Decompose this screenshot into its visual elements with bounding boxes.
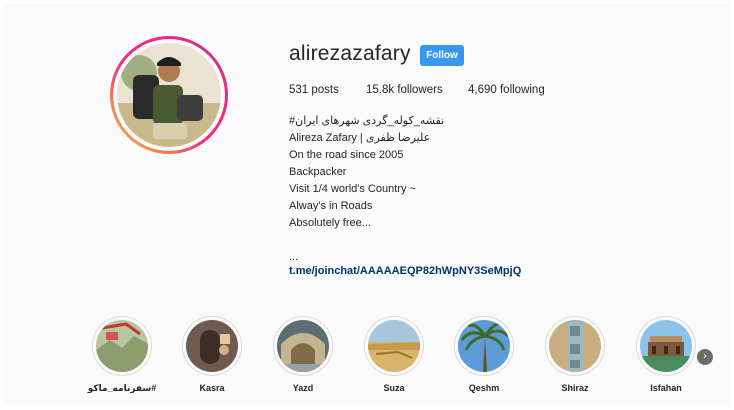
highlight-cover bbox=[549, 320, 601, 372]
highlight-label: Shiraz bbox=[561, 383, 589, 393]
highlight-label: سفرنامه_ماکو# bbox=[87, 383, 157, 393]
highlight-item[interactable]: Yazd bbox=[268, 316, 338, 393]
following-count[interactable]: 4,690 following bbox=[468, 84, 545, 96]
highlight-label: Suza bbox=[383, 383, 405, 393]
highlight-item[interactable]: Kasra bbox=[177, 316, 247, 393]
highlight-label: Qeshm bbox=[468, 383, 500, 393]
highlight-label: Kasra bbox=[199, 383, 225, 393]
highlight-item[interactable]: Isfahan bbox=[631, 316, 701, 393]
posts-count: 531 posts bbox=[289, 84, 339, 96]
avatar-photo bbox=[117, 43, 221, 147]
bio-line: Backpacker bbox=[289, 166, 347, 178]
highlight-cover bbox=[640, 320, 692, 372]
followers-count[interactable]: 15.8k followers bbox=[366, 84, 443, 96]
highlight-cover bbox=[186, 320, 238, 372]
bio-line: Alway's in Roads bbox=[289, 200, 373, 212]
bio-line: Absolutely free... bbox=[289, 217, 371, 229]
follow-button[interactable]: Follow bbox=[420, 45, 464, 66]
highlight-cover bbox=[458, 320, 510, 372]
highlight-label: Isfahan bbox=[650, 383, 682, 393]
bio-line: ... bbox=[289, 251, 299, 263]
highlight-cover bbox=[277, 320, 329, 372]
profile-bio: نقشه_کوله_گردی شهرهای ایران# Alireza Zaf… bbox=[289, 113, 444, 266]
profile-avatar[interactable] bbox=[110, 36, 228, 154]
bio-link[interactable]: t.me/joinchat/AAAAAEQP82hWpNY3SeMpjQ bbox=[289, 265, 521, 277]
bio-line: Visit 1/4 world's Country ~ bbox=[289, 183, 416, 195]
bio-line: On the road since 2005 bbox=[289, 149, 404, 161]
highlight-item[interactable]: Suza bbox=[359, 316, 429, 393]
highlight-item[interactable]: Qeshm bbox=[449, 316, 519, 393]
profile-username: alirezazafary bbox=[289, 42, 411, 65]
bio-name-line: Alireza Zafary | علیرضا ظفری bbox=[289, 132, 431, 144]
chevron-right-icon[interactable]: › bbox=[697, 349, 713, 365]
highlight-item[interactable]: سفرنامه_ماکو# bbox=[87, 316, 157, 394]
highlight-cover bbox=[368, 320, 420, 372]
highlight-cover bbox=[96, 320, 148, 372]
bio-hashtag-line: نقشه_کوله_گردی شهرهای ایران# bbox=[289, 115, 445, 127]
highlight-label: Yazd bbox=[292, 383, 314, 393]
highlight-item[interactable]: Shiraz bbox=[540, 316, 610, 393]
